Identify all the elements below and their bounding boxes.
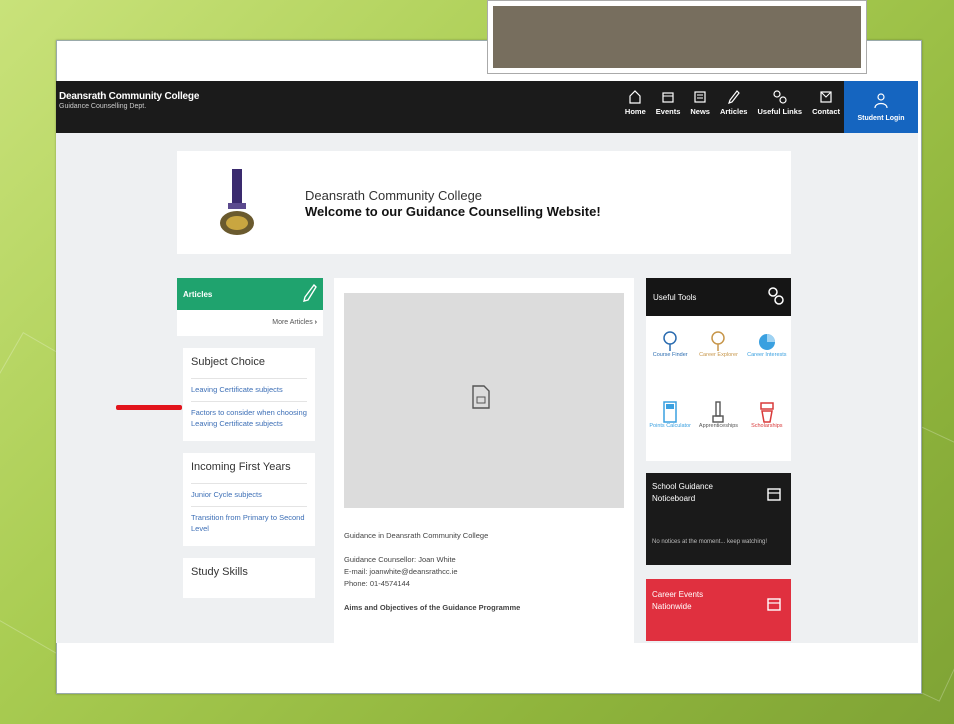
link-icon [768, 287, 784, 307]
tool-points-calculator[interactable]: Points Calculator [646, 399, 694, 462]
envelope-icon [818, 87, 834, 107]
site-brand[interactable]: Deansrath Community College Guidance Cou… [59, 91, 199, 110]
pencil-icon [303, 283, 317, 304]
tool-career-interests[interactable]: Career Interests [743, 328, 791, 391]
section-title: Incoming First Years [191, 460, 291, 473]
nav-label: Useful Links [757, 107, 803, 116]
nav-label: News [690, 107, 710, 116]
nav-contact[interactable]: Contact [812, 87, 840, 116]
article-link[interactable]: Factors to consider when choosing Leavin… [191, 400, 307, 435]
useful-tools-title: Useful Tools [653, 292, 697, 302]
tool-career-explorer[interactable]: Career Explorer [694, 328, 742, 391]
tool-label: Scholarships [751, 422, 783, 429]
tool-label: Course Finder [652, 352, 688, 358]
pie-chart-icon [758, 328, 776, 352]
welcome-banner: Deansrath Community College Welcome to o… [177, 151, 791, 254]
tool-course-finder[interactable]: Course Finder [646, 328, 694, 391]
calendar-icon [767, 487, 781, 503]
article-link[interactable]: Leaving Certificate subjects [191, 378, 307, 401]
noticeboard-panel[interactable]: School Guidance Noticeboard No notices a… [646, 473, 791, 565]
login-label: Student Login [857, 114, 905, 122]
video-placeholder[interactable] [344, 293, 624, 508]
noticeboard-title: School Guidance Noticeboard [652, 482, 713, 503]
site-name: Deansrath Community College [59, 91, 200, 102]
useful-tools-header: Useful Tools [646, 278, 791, 316]
tool-label: Career Explorer [699, 352, 738, 358]
search-icon [662, 328, 678, 352]
articles-title: Articles [183, 289, 213, 299]
school-crest-logo [219, 167, 255, 237]
nav-label: Contact [812, 107, 840, 116]
noticeboard-message: No notices at the moment... keep watchin… [652, 539, 768, 545]
calculator-icon [663, 399, 677, 423]
nav-news[interactable]: News [690, 87, 710, 116]
aims-heading: Aims and Objectives of the Guidance Prog… [344, 603, 521, 612]
site-navbar: Deansrath Community College Guidance Cou… [56, 81, 918, 133]
counsellor-email: E-mail: joanwhite@deansrathcc.ie [344, 567, 458, 576]
nav-label: Articles [719, 107, 748, 116]
intro-heading: Guidance in Deansrath Community College [344, 531, 489, 540]
pencil-icon [726, 87, 742, 107]
document-icon [472, 385, 490, 414]
link-icon [772, 87, 788, 107]
tool-label: Points Calculator [649, 422, 691, 429]
welcome-title: Welcome to our Guidance Counselling Webs… [305, 204, 601, 219]
page-content: Deansrath Community College Welcome to o… [56, 133, 918, 643]
tool-label: Apprenticeships [698, 422, 739, 429]
career-events-panel[interactable]: Career Events Nationwide [646, 579, 791, 641]
counsellor-phone: Phone: 01-4574144 [344, 579, 410, 588]
section-title: Study Skills [191, 565, 248, 578]
nav-useful-links[interactable]: Useful Links [757, 87, 802, 116]
article-section: Incoming First Years Junior Cycle subjec… [183, 452, 315, 546]
nav-label: Events [655, 107, 681, 116]
calendar-icon [660, 87, 676, 107]
newspaper-icon [692, 87, 708, 107]
article-section: Subject Choice Leaving Certificate subje… [183, 348, 315, 441]
articles-header: Articles [177, 278, 323, 310]
student-login-button[interactable]: Student Login [844, 81, 918, 133]
nav-label: Home [624, 107, 646, 116]
site-dept: Guidance Counselling Dept. [59, 103, 147, 110]
annotation-arrow [116, 405, 182, 410]
tools-icon [711, 399, 725, 423]
top-photo [487, 0, 867, 74]
tool-label: Career Interests [747, 352, 787, 358]
nav-home[interactable]: Home [625, 87, 646, 116]
tool-apprenticeships[interactable]: Apprenticeships [694, 399, 742, 462]
compass-icon [710, 328, 726, 352]
main-text: Guidance in Deansrath Community College … [344, 530, 520, 614]
user-icon [874, 92, 888, 111]
useful-tools-panel: Useful Tools Course Finder Career Explor… [646, 278, 791, 641]
graduation-icon [758, 399, 776, 423]
counsellor-name: Guidance Counsellor: Joan White [344, 555, 456, 564]
main-panel: Guidance in Deansrath Community College … [334, 278, 634, 643]
tool-scholarships[interactable]: Scholarships [743, 399, 791, 462]
more-articles-link[interactable]: More Articles › [177, 310, 323, 336]
more-articles-label: More Articles [272, 319, 313, 326]
welcome-subtitle: Deansrath Community College [305, 188, 483, 203]
section-title: Subject Choice [191, 356, 265, 368]
home-icon [627, 87, 643, 107]
career-events-title: Career Events Nationwide [652, 590, 704, 611]
article-link[interactable]: Junior Cycle subjects [191, 482, 307, 506]
calendar-icon [767, 597, 781, 613]
article-section: Study Skills [183, 557, 315, 598]
nav-articles[interactable]: Articles [719, 87, 748, 116]
nav-events[interactable]: Events [655, 87, 681, 116]
article-link[interactable]: Transition from Primary to Second Level [191, 505, 307, 540]
articles-panel: Articles More Articles › Subject Choice … [177, 278, 323, 598]
